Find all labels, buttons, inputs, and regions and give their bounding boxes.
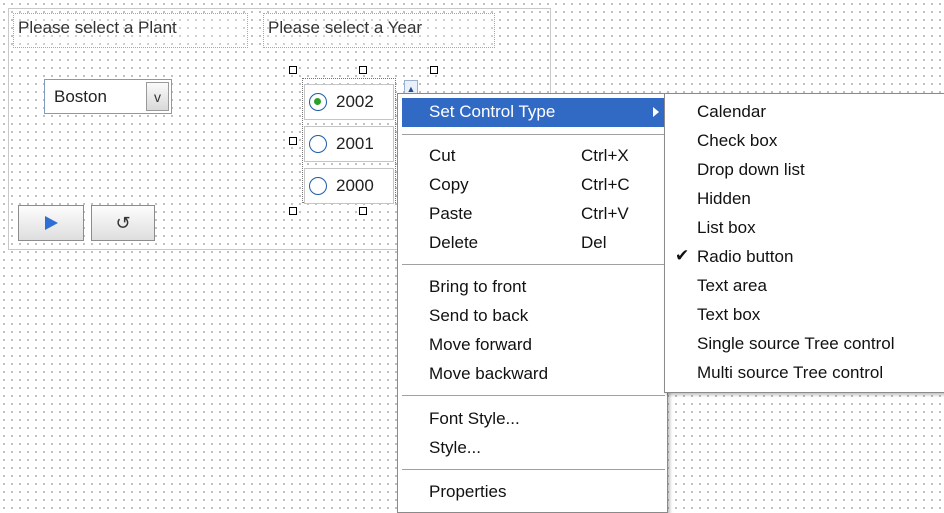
menu-item-label: Delete: [429, 233, 479, 252]
menu-item-delete[interactable]: Delete Del: [398, 229, 667, 258]
menu-item-label: Move backward: [429, 364, 549, 383]
menu-item-paste[interactable]: Paste Ctrl+V: [398, 200, 667, 229]
context-menu: Set Control Type Cut Ctrl+X Copy Ctrl+C …: [397, 93, 668, 513]
menu-separator: [402, 134, 665, 136]
year-radio-option[interactable]: 2000: [304, 168, 394, 204]
reset-button[interactable]: ↺: [91, 205, 155, 241]
submenu-item-check-box[interactable]: Check box: [665, 127, 944, 156]
checkmark-icon: ✔: [675, 246, 690, 265]
submenu-item-text-area[interactable]: Text area: [665, 272, 944, 301]
resize-handle[interactable]: [289, 66, 297, 74]
submenu-item-hidden[interactable]: Hidden: [665, 185, 944, 214]
radio-checked-icon: [309, 93, 327, 111]
year-radio-label: 2002: [336, 92, 374, 111]
menu-item-cut[interactable]: Cut Ctrl+X: [398, 142, 667, 171]
menu-separator: [402, 469, 665, 471]
submenu-arrow-icon: [653, 107, 659, 117]
submenu-item-list-box[interactable]: List box: [665, 214, 944, 243]
submenu-item-label: Single source Tree control: [697, 334, 895, 353]
submenu-item-label: Drop down list: [697, 160, 805, 179]
menu-separator: [402, 395, 665, 397]
submenu-item-label: List box: [697, 218, 756, 237]
resize-handle[interactable]: [359, 66, 367, 74]
year-prompt-label: Please select a Year: [263, 13, 495, 48]
menu-item-font-style[interactable]: Font Style...: [398, 405, 667, 434]
chevron-down-icon[interactable]: v: [146, 82, 169, 111]
menu-item-label: Copy: [429, 175, 469, 194]
menu-item-move-forward[interactable]: Move forward: [398, 331, 667, 360]
play-icon: [44, 216, 58, 230]
menu-item-properties[interactable]: Properties: [398, 478, 667, 507]
plant-prompt-label: Please select a Plant: [13, 13, 248, 48]
menu-item-label: Bring to front: [429, 277, 527, 296]
submenu-item-label: Calendar: [697, 102, 766, 121]
radio-unchecked-icon: [309, 135, 327, 153]
menu-item-shortcut: Del: [581, 233, 607, 252]
menu-item-label: Font Style...: [429, 409, 520, 428]
menu-item-shortcut: Ctrl+C: [581, 175, 630, 194]
reset-icon: ↺: [115, 212, 131, 233]
year-radio-option[interactable]: 2002: [304, 84, 394, 120]
menu-item-style[interactable]: Style...: [398, 434, 667, 463]
year-radio-label: 2001: [336, 134, 374, 153]
submenu-item-label: Text area: [697, 276, 767, 295]
menu-item-bring-to-front[interactable]: Bring to front: [398, 273, 667, 302]
submenu-item-calendar[interactable]: Calendar: [665, 98, 944, 127]
submenu-item-label: Check box: [697, 131, 778, 150]
year-radio-option[interactable]: 2001: [304, 126, 394, 162]
submenu-item-multi-source-tree[interactable]: Multi source Tree control: [665, 359, 944, 388]
submenu-item-text-box[interactable]: Text box: [665, 301, 944, 330]
resize-handle[interactable]: [430, 66, 438, 74]
menu-item-label: Move forward: [429, 335, 532, 354]
menu-item-label: Set Control Type: [429, 102, 556, 121]
menu-item-label: Style...: [429, 438, 481, 457]
resize-handle[interactable]: [289, 207, 297, 215]
run-button[interactable]: [18, 205, 84, 241]
year-radio-label: 2000: [336, 176, 374, 195]
submenu-item-label: Text box: [697, 305, 761, 324]
control-type-submenu: Calendar Check box Drop down list Hidden…: [664, 93, 944, 393]
radio-unchecked-icon: [309, 177, 327, 195]
plant-dropdown[interactable]: Boston v: [44, 79, 172, 114]
menu-item-label: Paste: [429, 204, 473, 223]
submenu-item-radio-button[interactable]: ✔ Radio button: [665, 243, 944, 272]
menu-item-label: Send to back: [429, 306, 529, 325]
menu-item-set-control-type[interactable]: Set Control Type: [402, 98, 665, 127]
menu-item-send-to-back[interactable]: Send to back: [398, 302, 667, 331]
submenu-item-label: Radio button: [697, 247, 794, 266]
submenu-item-single-source-tree[interactable]: Single source Tree control: [665, 330, 944, 359]
menu-item-move-backward[interactable]: Move backward: [398, 360, 667, 389]
menu-item-shortcut: Ctrl+V: [581, 204, 629, 223]
menu-separator: [402, 264, 665, 266]
menu-item-label: Cut: [429, 146, 456, 165]
submenu-item-label: Hidden: [697, 189, 751, 208]
menu-item-shortcut: Ctrl+X: [581, 146, 629, 165]
plant-dropdown-value: Boston: [54, 87, 107, 106]
menu-item-copy[interactable]: Copy Ctrl+C: [398, 171, 667, 200]
resize-handle[interactable]: [359, 207, 367, 215]
submenu-item-label: Multi source Tree control: [697, 363, 884, 382]
resize-handle[interactable]: [289, 137, 297, 145]
submenu-item-drop-down-list[interactable]: Drop down list: [665, 156, 944, 185]
menu-item-label: Properties: [429, 482, 507, 501]
